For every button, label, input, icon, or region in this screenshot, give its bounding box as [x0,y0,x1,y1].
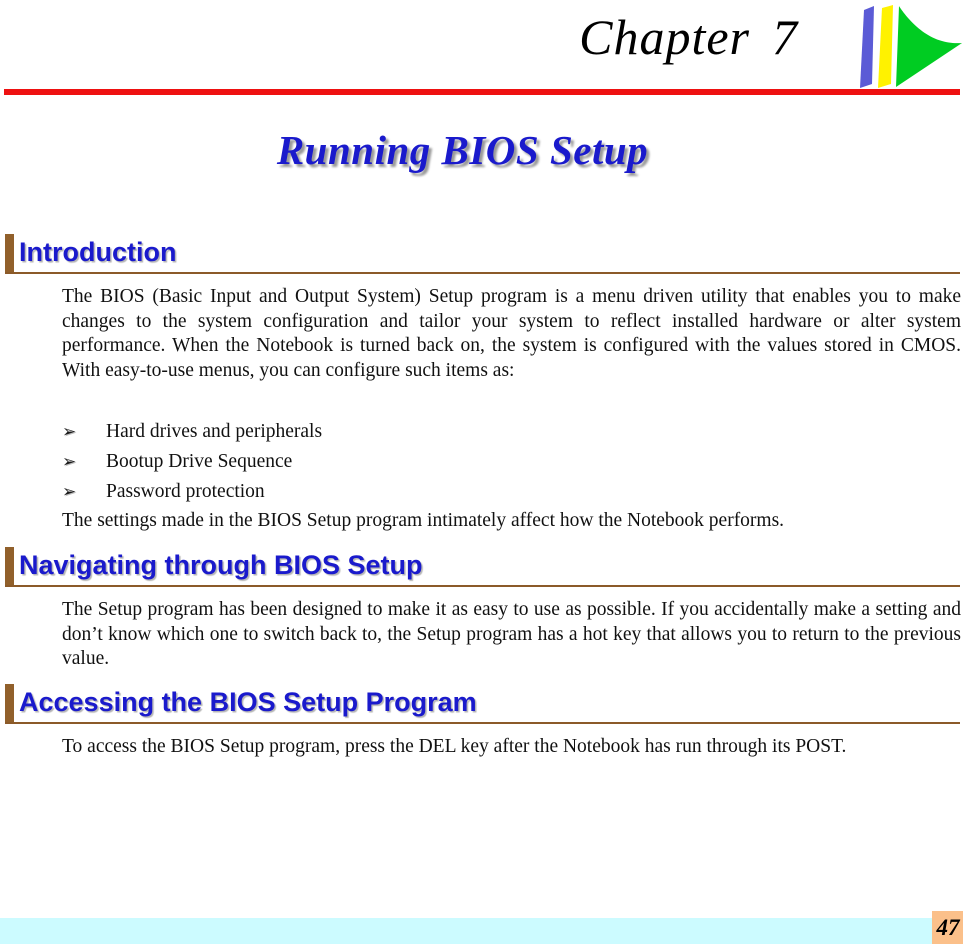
list-item-label: Hard drives and peripherals [106,421,323,442]
section-heading-label: Accessing the BIOS Setup Program [19,687,477,717]
heading-accent-bar [5,547,14,585]
heading-underline-rule [5,272,960,274]
chapter-header: Chapter 7 [0,0,963,97]
section-heading-label: Navigating through BIOS Setup [19,550,423,580]
accessing-paragraph: To access the BIOS Setup program, press … [62,736,847,757]
arrow-bullet-icon: ➢ [62,482,77,502]
intro-closing-paragraph: The settings made in the BIOS Setup prog… [62,510,785,531]
navigating-paragraph: The Setup program has been designed to m… [62,599,961,669]
heading-underline-rule [5,722,960,724]
intro-paragraph: The BIOS (Basic Input and Output System)… [62,286,961,381]
chapter-title: Chapter 7 [579,8,798,66]
list-item: ➢ Bootup Drive Sequence [62,447,562,477]
heading-underline-rule [5,585,960,587]
list-item: ➢ Password protection [62,477,562,507]
page-number: 47 [936,915,960,940]
heading-accent-bar [5,684,14,722]
chapter-word: Chapter [579,9,750,65]
section-heading-accessing: Accessing the BIOS Setup Program [0,684,963,724]
page-title: Running BIOS Setup [276,127,649,173]
header-red-rule [4,89,960,95]
list-item-label: Bootup Drive Sequence [106,451,293,472]
list-item: ➢ Hard drives and peripherals [62,417,562,447]
swoosh-logo [860,5,962,88]
list-item-label: Password protection [106,481,265,502]
arrow-bullet-icon: ➢ [62,422,77,442]
chapter-number: 7 [772,9,798,65]
section-heading-introduction: Introduction [0,234,963,274]
page-title-container: Running BIOS Setup [0,126,963,174]
intro-bullet-list: ➢ Hard drives and peripherals ➢ Bootup D… [62,417,562,507]
section-heading-label: Introduction [19,237,177,267]
arrow-bullet-icon: ➢ [62,452,77,472]
heading-accent-bar [5,234,14,272]
footer-band [0,918,963,944]
section-heading-navigating: Navigating through BIOS Setup [0,547,963,587]
